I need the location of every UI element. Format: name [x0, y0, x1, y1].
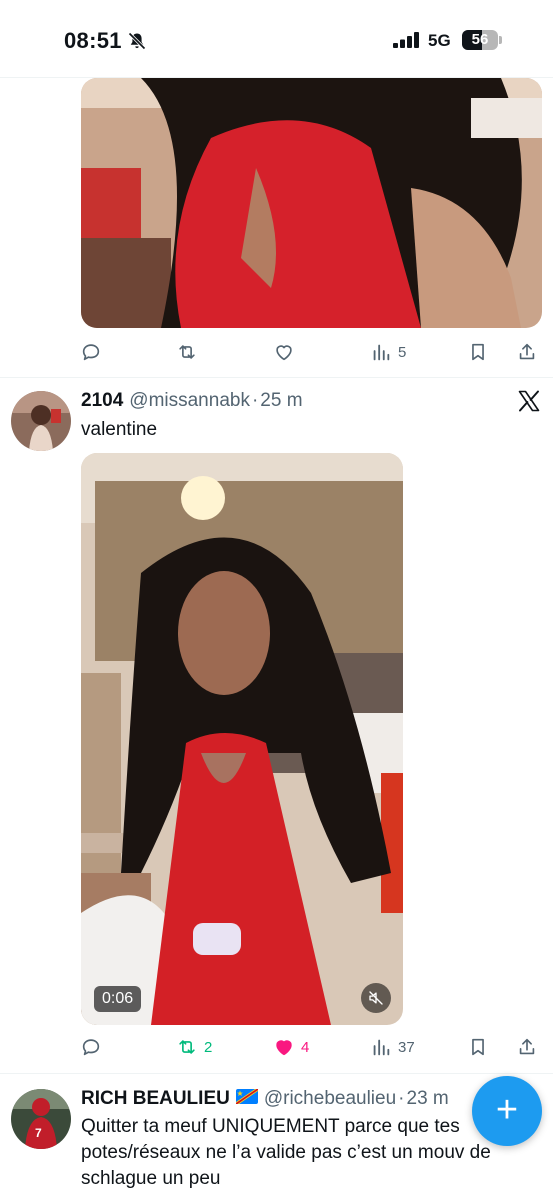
retweet-icon — [179, 345, 195, 359]
views-count: 37 — [398, 1038, 415, 1056]
retweet-count: 2 — [204, 1038, 213, 1056]
like-button[interactable]: 4 — [273, 1034, 309, 1060]
heart-icon — [276, 345, 292, 361]
x-logo-icon[interactable] — [517, 389, 541, 413]
author-handle[interactable]: @richebeaulieu — [264, 1088, 396, 1110]
avatar-image — [11, 391, 71, 451]
reply-button[interactable] — [80, 339, 102, 365]
reply-icon — [82, 344, 100, 361]
avatar[interactable] — [11, 391, 71, 451]
views-button[interactable]: 5 — [370, 339, 406, 365]
battery-icon: 56 — [462, 30, 502, 50]
tweet-actions: 5 — [80, 339, 542, 365]
status-bar: 08:51 5G 56 — [0, 0, 553, 78]
mute-button[interactable] — [361, 983, 391, 1013]
tweet-divider — [0, 1073, 553, 1074]
tweet-text-line: potes/réseaux ne l’a valide pas c’est un… — [81, 1142, 491, 1163]
share-button[interactable] — [516, 1034, 538, 1060]
tweet-text-line: Quitter ta meuf UNIQUEMENT parce que tes — [81, 1116, 460, 1137]
views-count: 5 — [398, 343, 407, 361]
separator-dot: · — [251, 390, 259, 411]
heart-filled-icon — [276, 1040, 292, 1056]
bookmark-icon — [472, 343, 484, 361]
compose-button[interactable]: + — [472, 1076, 542, 1146]
bookmark-icon — [472, 1038, 484, 1056]
bookmark-button[interactable] — [467, 339, 489, 365]
reply-icon — [82, 1039, 100, 1056]
tweet-divider — [0, 377, 553, 378]
tweet-time[interactable]: 25 m — [260, 390, 302, 412]
tweet-header: RICH BEAULIEU @richebeaulieu · 23 m — [81, 1088, 449, 1110]
battery-level: 56 — [471, 31, 489, 48]
video-frame — [81, 453, 403, 1025]
drc-flag-icon — [235, 1089, 258, 1104]
separator-dot: · — [398, 1088, 405, 1109]
signal-icon — [393, 32, 419, 48]
speaker-muted-icon — [369, 991, 383, 1005]
retweet-button[interactable]: 2 — [176, 1034, 212, 1060]
author-handle[interactable]: @missannabk — [129, 390, 250, 412]
tweet-header: 2104 @missannabk · 25 m — [81, 390, 303, 412]
avatar[interactable]: 7 — [11, 1089, 71, 1149]
views-icon — [373, 1039, 390, 1056]
share-button[interactable] — [516, 339, 538, 365]
network-type: 5G — [428, 31, 451, 50]
tweet-text: Quitter ta meuf UNIQUEMENT parce que tes… — [81, 1114, 491, 1192]
avatar-image: 7 — [11, 1089, 71, 1149]
bell-off-icon — [128, 32, 146, 50]
svg-text:7: 7 — [35, 1126, 42, 1140]
like-button[interactable] — [273, 339, 295, 365]
tweet-actions: 2 4 37 — [80, 1034, 542, 1060]
share-icon — [519, 1038, 535, 1055]
tweet-text-line: schlague un peu — [81, 1168, 221, 1189]
views-icon — [373, 344, 390, 361]
video-thumbnail — [81, 78, 542, 328]
retweet-icon — [179, 1040, 195, 1054]
like-count: 4 — [301, 1038, 310, 1056]
bookmark-button[interactable] — [467, 1034, 489, 1060]
tweet-time[interactable]: 23 m — [407, 1088, 449, 1110]
tweet-media-video-thumbnail[interactable] — [81, 78, 542, 328]
video-duration: 0:06 — [94, 986, 142, 1012]
status-time: 08:51 — [64, 28, 122, 53]
reply-button[interactable] — [80, 1034, 102, 1060]
author-name[interactable]: RICH BEAULIEU — [81, 1088, 230, 1110]
author-name[interactable]: 2104 — [81, 390, 123, 412]
views-button[interactable]: 37 — [370, 1034, 415, 1060]
tweet-text: valentine — [81, 419, 158, 440]
tweet-media-video[interactable] — [81, 453, 403, 1025]
plus-icon: + — [495, 1088, 519, 1131]
share-icon — [519, 343, 535, 360]
retweet-button[interactable] — [176, 339, 198, 365]
